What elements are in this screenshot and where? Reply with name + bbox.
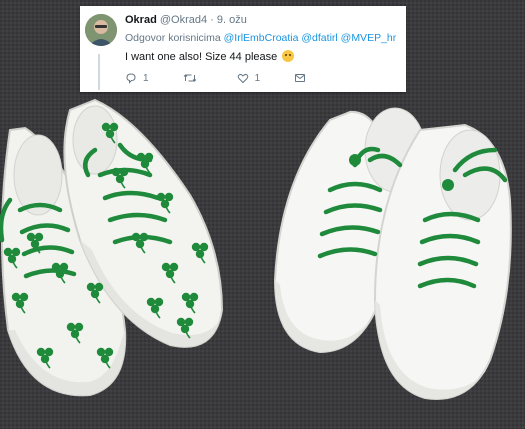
tweet-date[interactable]: 9. ožu <box>217 14 247 26</box>
mention-link[interactable]: @dfatirl <box>301 32 337 44</box>
mention-link[interactable]: @IrlEmbCroatia <box>224 32 299 44</box>
grinning-sweat-emoji-icon <box>282 50 295 62</box>
display-name[interactable]: Okrad <box>125 14 157 26</box>
user-handle[interactable]: @Okrad4 <box>160 14 207 26</box>
reply-count: 1 <box>143 72 149 84</box>
mention-link[interactable]: @MVEP_hr <box>341 32 397 44</box>
retweet-icon <box>183 74 196 82</box>
tweet-body: I want one also! Size 44 please <box>125 51 278 63</box>
reply-context: Odgovor korisnicima @IrlEmbCroatia @dfat… <box>125 32 396 44</box>
reply-prefix: Odgovor korisnicima <box>125 32 221 44</box>
tweet-actions: 1 1 <box>125 72 340 84</box>
like-button[interactable]: 1 <box>237 72 261 84</box>
tweet-header: Okrad @Okrad4 · 9. ožu <box>125 14 247 26</box>
avatar[interactable] <box>85 14 117 46</box>
separator: · <box>210 14 214 26</box>
envelope-icon <box>295 74 306 82</box>
reply-icon <box>126 73 136 84</box>
like-count: 1 <box>254 72 261 84</box>
avatar-image <box>85 14 117 46</box>
tweet-text: I want one also! Size 44 please <box>125 50 295 63</box>
direct-message-button[interactable] <box>294 72 306 84</box>
reply-button[interactable]: 1 <box>125 72 149 84</box>
heart-icon <box>237 73 248 84</box>
retweet-button[interactable] <box>183 72 203 84</box>
thread-line <box>98 54 100 90</box>
tweet-card[interactable]: Okrad @Okrad4 · 9. ožu Odgovor korisnici… <box>80 6 406 92</box>
